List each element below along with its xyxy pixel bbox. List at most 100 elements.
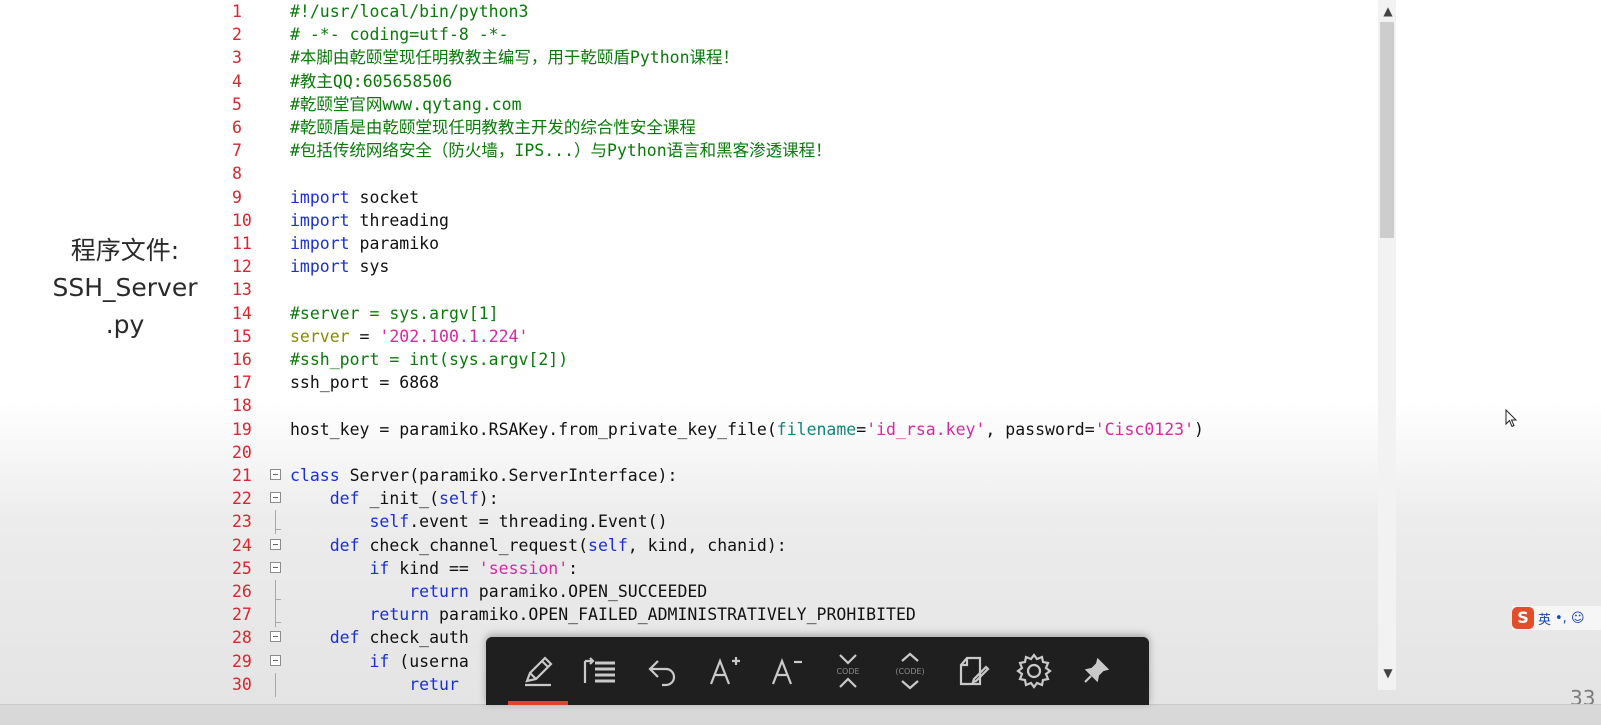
expand-code-button[interactable]: (CODE) bbox=[886, 649, 934, 693]
code-token: server bbox=[290, 326, 350, 346]
code-line[interactable]: 5 #乾颐堂官网www.qytang.com bbox=[0, 93, 1380, 117]
code-text: import threading bbox=[290, 209, 449, 233]
line-number: 27 bbox=[232, 605, 252, 625]
outline-button[interactable] bbox=[576, 649, 624, 693]
ime-extra[interactable]: •, ☺ bbox=[1555, 611, 1585, 626]
fold-guide bbox=[275, 672, 276, 697]
copy-edit-button[interactable] bbox=[948, 649, 996, 693]
code-text: #server = sys.argv[1] bbox=[290, 302, 499, 326]
code-line[interactable]: 2 # -*- coding=utf-8 -*- bbox=[0, 23, 1380, 47]
fold-toggle-icon[interactable] bbox=[270, 654, 281, 666]
code-token: paramiko.OPEN_SUCCEEDED bbox=[468, 582, 708, 601]
line-number: 13 bbox=[232, 280, 252, 300]
code-token: #ssh_port = int(sys.argv[2]) bbox=[290, 350, 569, 369]
code-line[interactable]: 24 def check_channel_request(self, kind,… bbox=[0, 534, 1380, 558]
fold-guide bbox=[275, 510, 281, 535]
pin-icon bbox=[1084, 657, 1110, 683]
code-line[interactable]: 15 server = '202.100.1.224' bbox=[0, 325, 1380, 349]
code-token: #server = sys.argv[1] bbox=[290, 303, 499, 323]
code-line[interactable]: 22 def _init_(self): bbox=[0, 487, 1380, 511]
undo-button[interactable] bbox=[638, 649, 686, 693]
code-line[interactable]: 26 return paramiko.OPEN_SUCCEEDED bbox=[0, 580, 1380, 604]
line-number: 20 bbox=[232, 442, 252, 462]
code-token: Server(paramiko.ServerInterface): bbox=[339, 466, 678, 485]
line-number: 1 bbox=[232, 2, 242, 21]
code-line[interactable]: 3 #本脚由乾颐堂现任明教教主编写，用于乾颐盾Python课程！ bbox=[0, 46, 1380, 70]
code-line[interactable]: 7 #包括传统网络安全（防火墙，IPS...）与Python语言和黑客渗透课程！ bbox=[0, 139, 1380, 163]
line-number: 12 bbox=[232, 257, 252, 277]
code-token: = bbox=[349, 326, 380, 346]
collapse-code-button[interactable]: CODE bbox=[824, 649, 872, 693]
line-number: 23 bbox=[232, 512, 252, 532]
pin-button[interactable] bbox=[1072, 649, 1120, 693]
code-token: '202.100.1.224' bbox=[379, 326, 529, 346]
settings-button[interactable] bbox=[1010, 649, 1058, 693]
scroll-down-icon[interactable]: ▼ bbox=[1381, 666, 1395, 680]
code-editor[interactable]: 1 #!/usr/local/bin/python3 2 # -*- coding=u… bbox=[0, 0, 1395, 704]
code-line[interactable]: 6 #乾颐盾是由乾颐堂现任明教教主开发的综合性安全课程 bbox=[0, 116, 1380, 140]
code-token: threading bbox=[349, 210, 449, 230]
code-line[interactable]: 23 self.event = threading.Event() bbox=[0, 510, 1380, 535]
mouse-cursor-icon bbox=[1505, 409, 1518, 428]
line-number: 24 bbox=[232, 535, 252, 555]
code-token: socket bbox=[349, 187, 420, 207]
code-token: 'id_rsa.key' bbox=[866, 419, 986, 439]
ime-status-bar[interactable]: S 英 •, ☺ bbox=[1512, 606, 1601, 630]
code-line[interactable]: 27 return paramiko.OPEN_FAILED_ADMINISTR… bbox=[0, 603, 1380, 628]
font-decrease-button[interactable] bbox=[762, 649, 810, 693]
code-text: return paramiko.OPEN_FAILED_ADMINISTRATI… bbox=[290, 603, 915, 627]
code-token: 'Cisc0123' bbox=[1094, 419, 1195, 439]
code-token: , kind, chanid): bbox=[627, 535, 787, 555]
ime-language[interactable]: 英 bbox=[1538, 609, 1551, 628]
scroll-up-icon[interactable]: ▲ bbox=[1381, 4, 1395, 18]
code-line[interactable]: 21 class Server(paramiko.ServerInterface)… bbox=[0, 464, 1380, 488]
code-line[interactable]: 8 bbox=[0, 162, 1380, 186]
pen-button[interactable] bbox=[508, 649, 568, 705]
code-line[interactable]: 1 #!/usr/local/bin/python3 bbox=[0, 0, 1380, 24]
line-number: 8 bbox=[232, 164, 242, 184]
code-token: .event = threading.Event() bbox=[409, 512, 668, 532]
line-number: 15 bbox=[232, 326, 252, 346]
code-text: #本脚由乾颐堂现任明教教主编写，用于乾颐盾Python课程！ bbox=[290, 46, 739, 70]
code-text: #!/usr/local/bin/python3 bbox=[290, 0, 528, 24]
code-token: ssh_port = 6868 bbox=[290, 373, 440, 393]
code-line[interactable]: 18 bbox=[0, 394, 1380, 418]
code-line[interactable]: 9 import socket bbox=[0, 186, 1380, 210]
code-line[interactable]: 12 import sys bbox=[0, 255, 1380, 279]
code-line[interactable]: 25 if kind == 'session': bbox=[0, 557, 1380, 581]
code-line[interactable]: 10 import threading bbox=[0, 209, 1380, 233]
code-text: if kind == 'session': bbox=[290, 557, 578, 581]
code-line[interactable]: 11 import paramiko bbox=[0, 232, 1380, 256]
fold-toggle-icon[interactable] bbox=[270, 469, 281, 480]
font-increase-button[interactable] bbox=[700, 649, 748, 693]
code-text: host_key = paramiko.RSAKey.from_private_… bbox=[290, 418, 1204, 442]
fold-toggle-icon[interactable] bbox=[270, 631, 281, 643]
line-number: 19 bbox=[232, 419, 252, 439]
code-line[interactable]: 16 #ssh_port = int(sys.argv[2]) bbox=[0, 348, 1380, 372]
svg-text:CODE: CODE bbox=[836, 667, 859, 676]
svg-text:(CODE): (CODE) bbox=[895, 667, 924, 676]
line-number: 17 bbox=[232, 373, 252, 393]
code-token: import bbox=[290, 210, 350, 230]
line-number: 10 bbox=[232, 210, 252, 230]
code-line[interactable]: 13 bbox=[0, 278, 1380, 302]
code-line[interactable]: 20 bbox=[0, 441, 1380, 465]
fold-toggle-icon[interactable] bbox=[270, 492, 281, 504]
code-line[interactable]: 17 ssh_port = 6868 bbox=[0, 371, 1380, 395]
code-line[interactable]: 19 host_key = paramiko.RSAKey.from_privat… bbox=[0, 418, 1380, 442]
code-token: : bbox=[568, 558, 579, 578]
font-decrease-icon bbox=[771, 657, 802, 685]
code-text: # -*- coding=utf-8 -*- bbox=[290, 23, 509, 47]
code-line[interactable]: 4 #教主QQ:605658506 bbox=[0, 70, 1380, 94]
fold-toggle-icon[interactable] bbox=[270, 538, 281, 550]
scrollbar-thumb[interactable] bbox=[1380, 22, 1394, 238]
code-token: sys bbox=[349, 257, 390, 277]
code-line[interactable]: 14 #server = sys.argv[1] bbox=[0, 302, 1380, 326]
fold-toggle-icon[interactable] bbox=[270, 561, 281, 573]
line-number: 30 bbox=[232, 674, 252, 694]
